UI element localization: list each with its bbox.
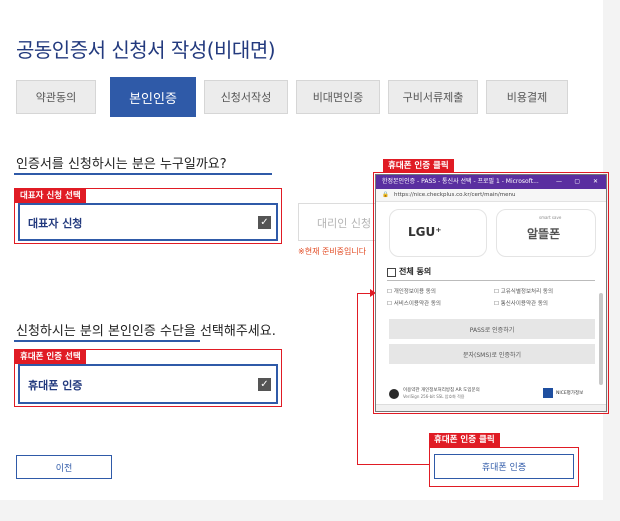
question-applicant: 인증서를 신청하시는 분은 누구일까요?: [16, 157, 227, 172]
option-phone-label: 휴대폰 인증: [28, 379, 83, 392]
phone-verify-button[interactable]: 휴대폰 인증: [434, 454, 574, 479]
tab-application[interactable]: 신청서작성: [204, 80, 288, 114]
check-icon: ✓: [258, 378, 271, 391]
highlight-popup: [373, 172, 609, 414]
tag-method: 휴대폰 인증 선택: [15, 350, 86, 364]
prev-button[interactable]: 이전: [16, 455, 112, 479]
option-agent[interactable]: 대리인 신청: [298, 203, 383, 241]
connector-horizontal: [357, 464, 429, 465]
option-agent-label: 대리인 신청: [317, 217, 372, 230]
connector-vertical: [357, 293, 358, 464]
tab-remote-verify[interactable]: 비대면인증: [296, 80, 380, 114]
tab-identity[interactable]: 본인인증: [110, 77, 196, 117]
tab-terms[interactable]: 약관동의: [16, 80, 96, 114]
question-method-underline: [14, 340, 200, 342]
agent-note: ※현재 준비중입니다: [298, 247, 367, 256]
tag-phone-click: 휴대폰 인증 클릭: [429, 433, 500, 447]
tag-applicant: 대표자 신청 선택: [15, 189, 86, 203]
page-title: 공동인증서 신청서 작성(비대면): [16, 38, 276, 62]
check-icon: ✓: [258, 216, 271, 229]
tab-documents[interactable]: 구비서류제출: [388, 80, 478, 114]
tab-payment[interactable]: 비용결제: [486, 80, 568, 114]
question-underline: [14, 173, 272, 175]
tag-popup: 휴대폰 인증 클릭: [383, 159, 454, 173]
option-representative-label: 대표자 신청: [28, 217, 83, 230]
question-method: 신청하시는 분의 본인인증 수단을 선택해주세요.: [16, 324, 276, 339]
